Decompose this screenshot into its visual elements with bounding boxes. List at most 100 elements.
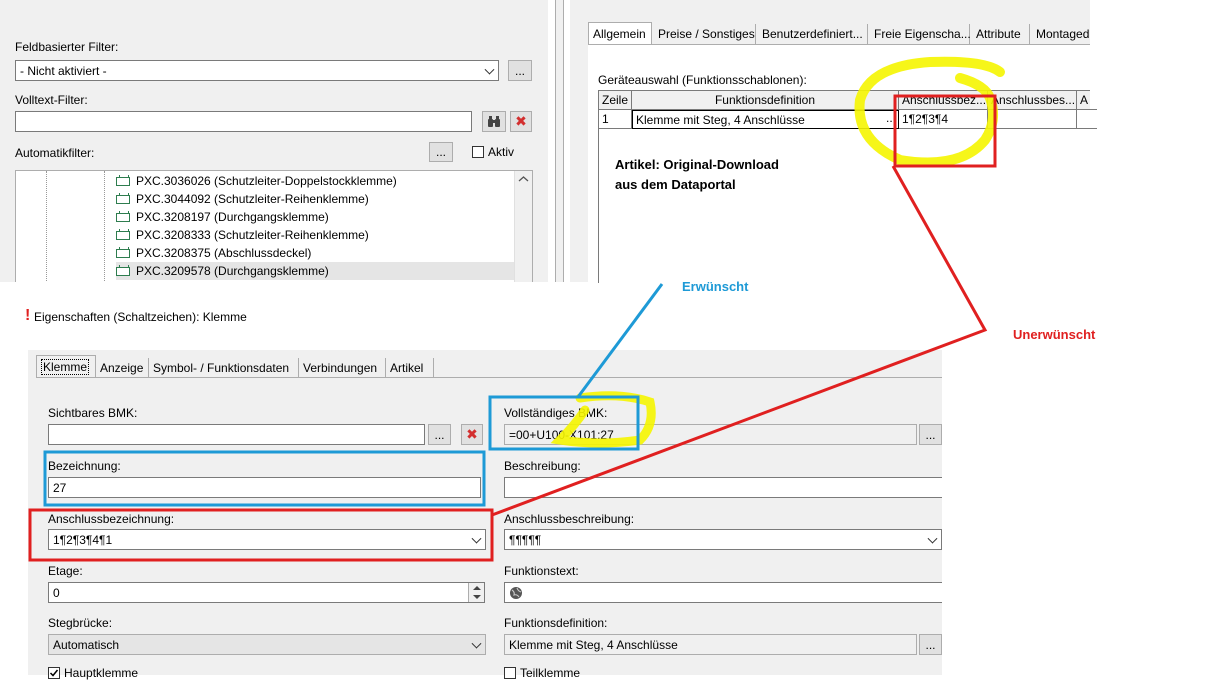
level-label: Etage: bbox=[48, 564, 83, 578]
terminal-icon bbox=[116, 264, 130, 276]
clear-filter-button[interactable]: ✖ bbox=[510, 111, 532, 132]
tree-item[interactable]: PXC.3208333 (Schutzleiter-Reihenklemme) bbox=[116, 226, 369, 244]
tree-item[interactable]: PXC.3036026 (Schutzleiter-Doppelstockkle… bbox=[116, 172, 397, 190]
main-terminal-checkbox-box[interactable] bbox=[48, 667, 60, 679]
visible-bmk-more-button[interactable]: ... bbox=[428, 424, 451, 445]
full-bmk-label: Vollständiges BMK: bbox=[504, 406, 608, 420]
tab-allgemein[interactable]: Allgemein bbox=[588, 22, 652, 44]
fulltext-filter-input[interactable] bbox=[15, 111, 472, 132]
designation-label: Bezeichnung: bbox=[48, 459, 121, 473]
bridge-select[interactable]: Automatisch bbox=[48, 634, 486, 655]
active-checkbox-label: Aktiv bbox=[488, 145, 515, 159]
tab-verbindungen[interactable]: Verbindungen bbox=[299, 358, 386, 378]
check-icon bbox=[49, 669, 59, 677]
warning-icon: ! bbox=[25, 307, 31, 324]
grid-header-zeile[interactable]: Zeile bbox=[599, 91, 632, 110]
active-checkbox-box[interactable] bbox=[472, 146, 484, 158]
designation-input[interactable]: 27 bbox=[48, 477, 481, 498]
full-bmk-input[interactable]: =00+U100-X101:27 bbox=[504, 424, 917, 445]
binoculars-icon bbox=[488, 115, 500, 127]
conn-designation-label: Anschlussbezeichnung: bbox=[48, 512, 175, 526]
article-panel: Allgemein Preise / Sonstiges Benutzerdef… bbox=[570, 0, 1097, 284]
grid-cell-anschlussbes[interactable] bbox=[988, 110, 1077, 129]
annotation-wanted: Erwünscht bbox=[682, 279, 749, 294]
stepper-arrows-icon[interactable] bbox=[468, 583, 484, 602]
properties-dialog: ! Eigenschaften (Schaltzeichen): Klemme … bbox=[25, 300, 942, 680]
fulltext-filter-label: Volltext-Filter: bbox=[15, 93, 88, 107]
dialog-body: Klemme Anzeige Symbol- / Funktionsdaten … bbox=[28, 350, 942, 680]
globe-icon[interactable] bbox=[509, 586, 523, 600]
tab-preise[interactable]: Preise / Sonstiges bbox=[654, 24, 756, 44]
chevron-down-icon bbox=[471, 533, 482, 544]
field-filter-label: Feldbasierter Filter: bbox=[15, 40, 119, 54]
level-stepper[interactable]: 0 bbox=[48, 582, 485, 603]
visible-bmk-clear-button[interactable]: ✖ bbox=[461, 424, 483, 445]
function-def-label: Funktionsdefinition: bbox=[504, 616, 608, 630]
tab-content: Geräteauswahl (Funktionsschablonen): Zei… bbox=[588, 44, 1097, 284]
device-selection-label: Geräteauswahl (Funktionsschablonen): bbox=[598, 73, 807, 87]
tree-guide-line bbox=[104, 171, 105, 282]
field-filter-select[interactable]: - Nicht aktiviert - bbox=[15, 60, 499, 81]
scroll-up-icon[interactable] bbox=[515, 171, 532, 188]
terminal-icon bbox=[116, 228, 130, 240]
grid-cell-funktionsdefinition[interactable]: Klemme mit Steg, 4 Anschlüsse ... bbox=[632, 110, 899, 129]
full-bmk-more-button[interactable]: ... bbox=[919, 424, 942, 445]
close-icon: ✖ bbox=[466, 426, 478, 442]
tree-item[interactable]: PXC.3208375 (Abschlussdeckel) bbox=[116, 244, 311, 262]
grid-header-anschlussbes[interactable]: Anschlussbes... bbox=[988, 91, 1077, 110]
conn-description-label: Anschlussbeschreibung: bbox=[504, 512, 635, 526]
tab-klemme[interactable]: Klemme bbox=[36, 355, 96, 377]
conn-designation-select[interactable]: 1¶2¶3¶4¶1 bbox=[48, 529, 486, 550]
grid-cell-more-button[interactable]: ... bbox=[886, 111, 896, 125]
conn-description-select[interactable]: ¶¶¶¶¶ bbox=[504, 529, 942, 550]
visible-bmk-label: Sichtbares BMK: bbox=[48, 406, 138, 420]
function-text-label: Funktionstext: bbox=[504, 564, 579, 578]
grid-cell-a[interactable] bbox=[1077, 110, 1097, 129]
grid-header-a[interactable]: A bbox=[1077, 91, 1097, 110]
tree-scrollbar[interactable] bbox=[514, 171, 532, 282]
filter-panel: Feldbasierter Filter: - Nicht aktiviert … bbox=[0, 0, 548, 282]
tree-item-selected[interactable]: PXC.3209578 (Durchgangsklemme) bbox=[116, 262, 516, 280]
tree-item[interactable]: PXC.3208197 (Durchgangsklemme) bbox=[116, 208, 329, 226]
terminal-icon bbox=[116, 174, 130, 186]
active-checkbox[interactable]: Aktiv bbox=[472, 145, 514, 159]
article-note: Artikel: Original-Download aus dem Datap… bbox=[615, 157, 779, 192]
close-icon: ✖ bbox=[515, 113, 527, 129]
tree-item[interactable]: PXC.3044092 (Schutzleiter-Reihenklemme) bbox=[116, 190, 369, 208]
chevron-down-icon bbox=[471, 638, 482, 649]
main-terminal-checkbox[interactable]: Hauptklemme bbox=[48, 666, 138, 680]
auto-filter-label: Automatikfilter: bbox=[15, 146, 95, 160]
tree-view[interactable]: PXC.3036026 (Schutzleiter-Doppelstockkle… bbox=[15, 170, 533, 282]
description-input[interactable] bbox=[504, 477, 942, 498]
dialog-title: Eigenschaften (Schaltzeichen): Klemme bbox=[34, 310, 247, 324]
function-text-input[interactable] bbox=[504, 582, 942, 603]
visible-bmk-input[interactable] bbox=[48, 424, 425, 445]
binoculars-button[interactable] bbox=[482, 111, 506, 132]
terminal-icon bbox=[116, 246, 130, 258]
field-filter-more-button[interactable]: ... bbox=[508, 60, 532, 81]
grid-header-funktionsdefinition[interactable]: Funktionsdefinition bbox=[632, 91, 899, 110]
tab-anzeige[interactable]: Anzeige bbox=[96, 358, 149, 378]
annotation-unwanted: Unerwünscht bbox=[1013, 327, 1096, 342]
chevron-down-icon bbox=[484, 64, 495, 75]
grid-header-anschlussbez[interactable]: Anschlussbez... bbox=[899, 91, 988, 110]
function-def-more-button[interactable]: ... bbox=[919, 634, 942, 655]
function-def-input[interactable]: Klemme mit Steg, 4 Anschlüsse bbox=[504, 634, 917, 655]
terminal-icon bbox=[116, 210, 130, 222]
bridge-label: Stegbrücke: bbox=[48, 616, 113, 630]
tab-symbol-funktionsdaten[interactable]: Symbol- / Funktionsdaten bbox=[149, 358, 299, 378]
panel-splitter[interactable] bbox=[555, 0, 564, 282]
auto-filter-more-button[interactable]: ... bbox=[429, 142, 453, 162]
tab-attribute[interactable]: Attribute bbox=[972, 24, 1030, 44]
sub-terminal-checkbox-box[interactable] bbox=[504, 667, 516, 679]
grid-cell-anschlussbez[interactable]: 1¶2¶3¶4 bbox=[899, 110, 988, 129]
tab-benutzerdefiniert[interactable]: Benutzerdefiniert... bbox=[758, 24, 868, 44]
field-filter-value: - Nicht aktiviert - bbox=[20, 63, 107, 78]
tab-artikel[interactable]: Artikel bbox=[386, 358, 434, 378]
grid-cell-zeile[interactable]: 1 bbox=[599, 110, 632, 129]
tree-guide-line bbox=[46, 171, 47, 282]
device-grid[interactable]: Zeile Funktionsdefinition Anschlussbez..… bbox=[598, 90, 1097, 284]
tab-montagedaten[interactable]: Montaged bbox=[1032, 24, 1092, 44]
sub-terminal-checkbox[interactable]: Teilklemme bbox=[504, 666, 580, 680]
tab-freie-eigenschaften[interactable]: Freie Eigenscha... bbox=[870, 24, 971, 44]
